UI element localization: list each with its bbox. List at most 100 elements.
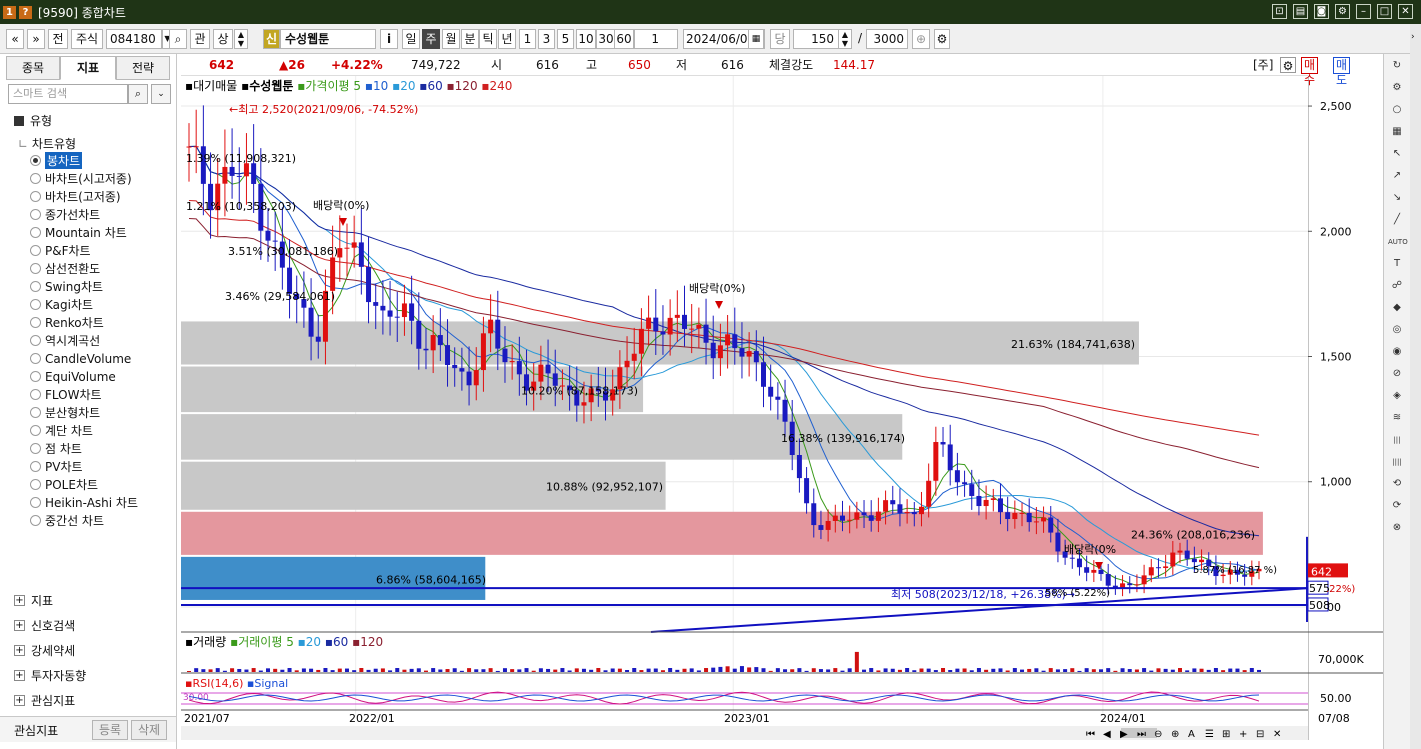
chart-type-item[interactable]: Swing차트 [30,278,103,295]
chart-type-item[interactable]: 삼선전환도 [30,260,100,277]
radio-icon[interactable] [30,245,41,256]
group-3[interactable]: + 투자자동향 [14,667,86,684]
display-count-input[interactable]: 150 [793,29,839,49]
radio-icon[interactable] [30,407,41,418]
radio-icon[interactable] [30,335,41,346]
radio-icon[interactable] [30,353,41,364]
radio-icon[interactable] [30,155,41,166]
scroll-control-icon[interactable]: ⊕ [1171,729,1179,740]
scroll-control-icon[interactable]: ✕ [1273,729,1281,740]
drawing-tool-icon[interactable]: ||| [1388,432,1406,448]
delete-button[interactable]: 삭제 [131,720,167,740]
chart-type-item[interactable]: FLOW차트 [30,386,102,403]
chart-type-item[interactable]: PV차트 [30,458,83,475]
total-count-input[interactable]: 3000 [866,29,908,49]
radio-icon[interactable] [30,173,41,184]
chart-type-item[interactable]: 점 차트 [30,440,82,457]
next-stock-button[interactable]: » [27,29,45,49]
radio-icon[interactable] [30,263,41,274]
upper-button[interactable]: 상 [213,29,233,49]
expand-plus-icon[interactable]: + [14,670,25,681]
radio-icon[interactable] [30,425,41,436]
drawing-tool-icon[interactable]: ⚙ [1388,80,1406,96]
radio-icon[interactable] [30,227,41,238]
subsection-chart-type[interactable]: ∟ 차트유형 [18,135,76,152]
expand-icon[interactable]: ⌄ [151,84,171,104]
scroll-control-icon[interactable]: ⊖ [1154,729,1162,740]
close-icon[interactable]: ✕ [1398,4,1413,19]
chart-type-item[interactable]: P&F차트 [30,242,91,259]
group-1[interactable]: + 신호검색 [14,617,75,634]
expand-plus-icon[interactable]: + [14,695,25,706]
drawing-tool-icon[interactable]: ⟳ [1388,498,1406,514]
search-icon[interactable]: ⌕ [169,29,187,49]
scroll-control-icon[interactable]: + [1239,729,1247,740]
radio-icon[interactable] [30,389,41,400]
scroll-control-icon[interactable]: ▶ [1120,729,1128,740]
drawing-tool-icon[interactable]: ◎ [1388,322,1406,338]
expand-plus-icon[interactable]: + [14,595,25,606]
minute-button-3[interactable]: 3 [538,29,555,49]
drawing-tool-icon[interactable]: ↗ [1388,168,1406,184]
register-button[interactable]: 등록 [92,720,128,740]
scroll-control-icon[interactable]: ⏭ [1137,729,1146,740]
group-4[interactable]: + 관심지표 [14,692,75,709]
scroll-control-icon[interactable]: A [1188,729,1195,740]
minute-button-30[interactable]: 30 [596,29,616,49]
chart-type-item[interactable]: 바차트(고저종) [30,188,121,205]
minimize-icon[interactable]: – [1356,4,1371,19]
quote-settings-icon[interactable]: ⚙ [1280,57,1296,73]
drawing-tool-icon[interactable]: ≋ [1388,410,1406,426]
drawing-tool-icon[interactable]: ⊗ [1388,520,1406,536]
minute-button-60[interactable]: 60 [614,29,634,49]
expand-plus-icon[interactable]: + [14,645,25,656]
scroll-control-icon[interactable]: ⏮ [1086,729,1095,740]
drawing-tool-icon[interactable]: ⟲ [1388,476,1406,492]
settings-icon[interactable]: ⚙ [1335,4,1350,19]
market-type-select[interactable]: 주식 [71,29,103,49]
drawing-tool-icon[interactable]: ╱ [1388,212,1406,228]
drawing-tool-icon[interactable]: ↘ [1388,190,1406,206]
minute-button-10[interactable]: 10 [576,29,596,49]
help-icon[interactable]: ? [19,5,32,19]
radio-icon[interactable] [30,479,41,490]
price-chart[interactable]: 21.63% (184,741,638) 10.20% (87,158,173) 1… [181,76,1308,740]
prev-stock-button[interactable]: « [6,29,24,49]
tab-stocks[interactable]: 종목 [6,56,60,80]
period-tab-0[interactable]: 일 [402,29,420,49]
group-chart-type[interactable]: 유형 [14,112,52,129]
expand-plus-icon[interactable]: + [14,620,25,631]
count-spinner-icon[interactable]: ▲ ▼ [838,29,852,49]
scroll-control-icon[interactable]: ◀ [1103,729,1111,740]
chart-settings-icon[interactable]: ⚙ [934,29,950,49]
chart-type-item[interactable]: 종가선차트 [30,206,100,223]
period-tab-4[interactable]: 틱 [479,29,497,49]
chart-type-item[interactable]: EquiVolume [30,368,116,385]
chart-type-item[interactable]: Kagi차트 [30,296,93,313]
radio-icon[interactable] [30,191,41,202]
maximize-icon[interactable]: □ [1377,4,1392,19]
period-tab-3[interactable]: 분 [461,29,479,49]
search-icon[interactable]: ⌕ [128,84,148,104]
chevron-right-icon[interactable]: › [1411,32,1415,42]
current-button[interactable]: 당 [770,29,790,49]
chart-type-item[interactable]: 봉차트 [30,152,83,169]
tab-strategy[interactable]: 전략 [116,56,170,80]
radio-icon[interactable] [30,317,41,328]
drawing-tool-icon[interactable]: ☍ [1388,278,1406,294]
spinner-icon[interactable]: ▲ ▼ [234,29,248,49]
stock-code-input[interactable]: 084180 [106,29,162,49]
related-button[interactable]: 관 [190,29,210,49]
period-tab-2[interactable]: 월 [442,29,460,49]
drawing-tool-icon[interactable]: ↻ [1388,58,1406,74]
radio-icon[interactable] [30,209,41,220]
scroll-control-icon[interactable]: ⊞ [1222,729,1230,740]
info-button[interactable]: i [380,29,398,49]
zoom-add-icon[interactable]: ⊕ [912,29,930,49]
drawing-tool-icon[interactable]: ◉ [1388,344,1406,360]
group-2[interactable]: + 강세약세 [14,642,75,659]
link-icon[interactable]: ⊡ [1272,4,1287,19]
chart-type-item[interactable]: Mountain 차트 [30,224,127,241]
drawing-tool-icon[interactable]: |||| [1388,454,1406,470]
radio-icon[interactable] [30,299,41,310]
